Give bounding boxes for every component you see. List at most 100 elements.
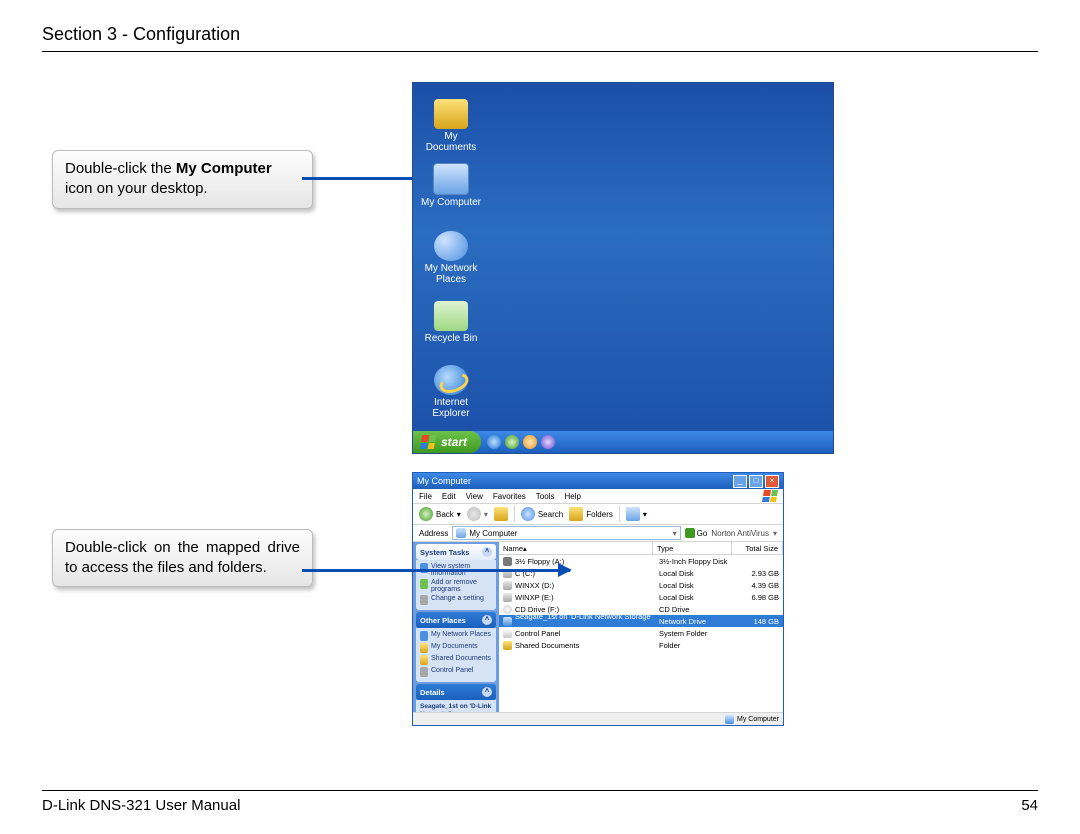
gear-icon (420, 667, 428, 677)
window-buttons: _ □ × (733, 475, 779, 488)
desktop-icon-recycle-bin[interactable]: Recycle Bin (421, 301, 481, 344)
search-button[interactable]: Search (521, 507, 563, 521)
link-control-panel[interactable]: Control Panel (420, 666, 492, 678)
close-button[interactable]: × (765, 475, 779, 488)
details-header[interactable]: Details˄ (416, 684, 496, 700)
col-type[interactable]: Type (653, 542, 732, 554)
views-icon (626, 507, 640, 521)
toolbar: Back ▾ ▾ Search Folders ▾ (413, 504, 783, 525)
shared-documents-row[interactable]: Shared DocumentsFolder (499, 639, 783, 651)
col-size[interactable]: Total Size (732, 542, 783, 554)
drive-row-network-selected[interactable]: Seagate_1st on 'D-Link Network Storage .… (499, 615, 783, 627)
address-bar: Address My Computer ▾ Go Norton AntiViru… (413, 525, 783, 542)
disk-icon (503, 593, 512, 602)
up-button[interactable] (494, 507, 508, 521)
menu-view[interactable]: View (466, 492, 483, 501)
folder-icon (420, 655, 428, 665)
recycle-bin-icon (434, 301, 468, 331)
quick-launch (487, 435, 555, 449)
callout-1-text-post: icon on your desktop. (65, 180, 208, 197)
status-text: My Computer (737, 716, 779, 723)
control-panel-row[interactable]: Control PanelSystem Folder (499, 627, 783, 639)
tray-icon[interactable] (505, 435, 519, 449)
monitor-icon (433, 163, 469, 195)
desktop-icon-label: Recycle Bin (421, 333, 481, 344)
system-tasks-header[interactable]: System Tasks˄ (416, 544, 496, 560)
callout-1: Double-click the My Computer icon on you… (52, 150, 313, 209)
gear-icon (420, 595, 428, 605)
go-icon (685, 528, 695, 538)
tray-icon[interactable] (523, 435, 537, 449)
drive-row-d[interactable]: WINXX (D:)Local Disk4.39 GB (499, 579, 783, 591)
windows-logo-icon (762, 490, 778, 502)
desktop-icon-internet-explorer[interactable]: Internet Explorer (421, 365, 481, 419)
desktop-icon-label: My Computer (421, 197, 481, 208)
link-shared-documents[interactable]: Shared Documents (420, 654, 492, 666)
desktop-icon-my-documents[interactable]: My Documents (421, 99, 481, 153)
desktop-icon-my-computer[interactable]: My Computer (421, 163, 481, 208)
screenshot-desktop: My Documents My Computer My Network Plac… (412, 82, 834, 454)
folders-button[interactable]: Folders (569, 507, 613, 521)
header-rule (42, 51, 1038, 52)
status-bar: My Computer (413, 712, 783, 725)
back-icon (419, 507, 433, 521)
start-label: start (441, 435, 467, 449)
minimize-button[interactable]: _ (733, 475, 747, 488)
ie-icon (434, 365, 468, 395)
tray-icon[interactable] (541, 435, 555, 449)
col-name[interactable]: Name ▴ (499, 542, 653, 554)
desktop-icon-label: My Network Places (421, 263, 481, 285)
menu-help[interactable]: Help (564, 492, 580, 501)
maximize-button[interactable]: □ (749, 475, 763, 488)
floppy-icon (503, 557, 512, 566)
computer-icon (725, 715, 734, 724)
network-drive-icon (503, 617, 512, 626)
start-button[interactable]: start (413, 431, 481, 453)
desktop-icon-label: My Documents (421, 131, 481, 153)
menu-edit[interactable]: Edit (442, 492, 456, 501)
other-places-header[interactable]: Other Places˄ (416, 612, 496, 628)
control-panel-icon (503, 629, 512, 638)
callout-1-bold: My Computer (176, 160, 272, 177)
search-icon (521, 507, 535, 521)
address-field[interactable]: My Computer ▾ (452, 526, 680, 540)
programs-icon (420, 579, 428, 589)
file-list: Name ▴ Type Total Size 3½ Floppy (A:)3½-… (499, 542, 783, 712)
desktop-icon-network-places[interactable]: My Network Places (421, 231, 481, 285)
windows-logo-icon (420, 435, 436, 449)
chevron-icon: ˄ (482, 615, 492, 625)
folder-icon (503, 641, 512, 650)
views-button[interactable]: ▾ (626, 507, 647, 521)
link-my-documents[interactable]: My Documents (420, 642, 492, 654)
computer-icon (456, 528, 466, 538)
other-places-items: My Network Places My Documents Shared Do… (416, 628, 496, 682)
chevron-icon: ˄ (482, 547, 492, 557)
window-title: My Computer (417, 476, 471, 486)
task-add-remove-programs[interactable]: Add or remove programs (420, 578, 492, 594)
task-change-setting[interactable]: Change a setting (420, 594, 492, 606)
callout-2: Double-click on the mapped drive to acce… (52, 529, 313, 588)
go-button[interactable]: Go (685, 528, 708, 538)
back-button[interactable]: Back ▾ (419, 507, 461, 521)
footer-left: D-Link DNS-321 User Manual (42, 797, 240, 814)
globe-icon (420, 631, 428, 641)
menu-favorites[interactable]: Favorites (493, 492, 526, 501)
page-number: 54 (1021, 797, 1038, 814)
forward-button[interactable]: ▾ (467, 507, 488, 521)
system-tasks-items: View system information Add or remove pr… (416, 560, 496, 610)
drive-row-e[interactable]: WINXP (E:)Local Disk6.98 GB (499, 591, 783, 603)
forward-icon (467, 507, 481, 521)
drive-row-floppy[interactable]: 3½ Floppy (A:)3½-Inch Floppy Disk (499, 555, 783, 567)
arrow-2 (302, 569, 570, 572)
menu-tools[interactable]: Tools (536, 492, 555, 501)
folders-icon (569, 507, 583, 521)
tasks-pane: System Tasks˄ View system information Ad… (413, 542, 499, 712)
globe-icon (434, 231, 468, 261)
taskbar: start (413, 431, 833, 453)
norton-label[interactable]: Norton AntiVirus (711, 529, 769, 538)
link-network-places[interactable]: My Network Places (420, 630, 492, 642)
details-content: Seagate_1st on 'D-Link Network Storage A… (416, 700, 496, 712)
ie-tray-icon[interactable] (487, 435, 501, 449)
window-titlebar: My Computer _ □ × (413, 473, 783, 489)
menu-file[interactable]: File (419, 492, 432, 501)
